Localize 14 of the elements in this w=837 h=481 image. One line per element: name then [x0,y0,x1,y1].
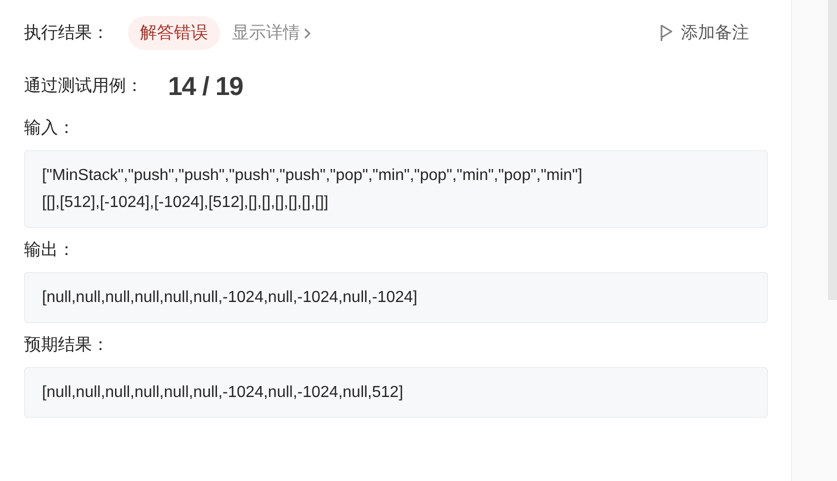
section-label: 输入： [24,117,76,139]
passed-label: 通过测试用例： [24,75,144,98]
section-label: 预期结果： [24,334,110,356]
code-line: ["MinStack","push","push","push","push","pop","min","pop","min","pop","min"] [42,166,584,186]
code-line: [[],[512],[-1024],[-1024],[512],[],[],[],[],[],[]] [42,193,330,213]
result-label: 执行结果： [24,22,110,44]
status-badge: 解答错误 [128,16,220,50]
flag-icon [660,24,673,42]
passed-count: 14 / 19 [168,70,243,102]
code-line: [null,null,null,null,null,null,-1024,null,-1024,null,-1024] [42,288,418,308]
section-label: 输出： [24,239,76,261]
chevron-right-icon [304,28,311,38]
code-line: [null,null,null,null,null,null,-1024,null,-1024,null,512] [42,383,404,403]
add-note-button[interactable]: 添加备注 [660,20,749,46]
